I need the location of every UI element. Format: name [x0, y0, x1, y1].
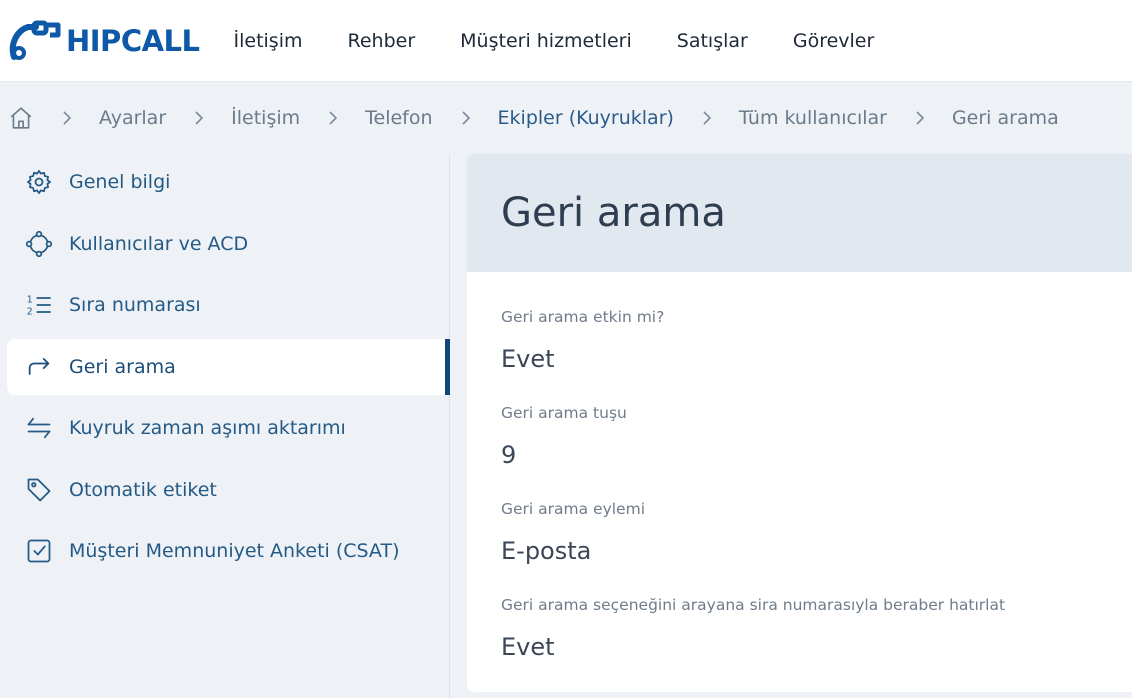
svg-text:1: 1 — [27, 295, 33, 306]
card-header: Geri arama — [467, 154, 1132, 272]
breadcrumb-ekipler[interactable]: Ekipler (Kuyruklar) — [498, 107, 674, 129]
chevron-right-icon — [702, 110, 712, 126]
tag-icon — [25, 476, 53, 504]
sidebar-item-label: Kullanıcılar ve ACD — [69, 232, 249, 255]
sidebar-item-kuyruk-zaman-asimi[interactable]: Kuyruk zaman aşımı aktarımı — [7, 400, 450, 456]
breadcrumb: Ayarlar İletişim Telefon Ekipler (Kuyruk… — [0, 82, 1132, 154]
field-label: Geri arama seçeneğini arayana sira numar… — [501, 596, 1006, 614]
logo-text: HIPCALL — [66, 23, 200, 58]
home-icon[interactable] — [8, 105, 34, 131]
field-callback-remind-queue-position: Geri arama seçeneğini arayana sira numar… — [501, 594, 1132, 666]
users-cycle-icon — [25, 230, 53, 258]
sidebar-item-label: Otomatik etiket — [69, 478, 217, 501]
breadcrumb-ayarlar[interactable]: Ayarlar — [99, 107, 166, 129]
breadcrumb-iletisim[interactable]: İletişim — [231, 107, 300, 129]
field-callback-action: Geri arama eylemi E-posta — [501, 498, 1132, 570]
sidebar-item-label: Sıra numarası — [69, 294, 201, 316]
hipcall-logo[interactable]: HIPCALL — [6, 0, 200, 82]
sidebar-item-label: Müşteri Memnuniyet Anketi (CSAT) — [69, 540, 400, 562]
breadcrumb-geri-arama: Geri arama — [951, 107, 1059, 129]
sidebar-item-geri-arama[interactable]: Geri arama — [7, 338, 450, 395]
sidebar-item-label: Genel bilgi — [69, 171, 171, 193]
gear-icon — [25, 168, 53, 196]
sidebar-item-kullanicilar-acd[interactable]: Kullanıcılar ve ACD — [7, 216, 450, 272]
breadcrumb-tum-kullanicilar[interactable]: Tüm kullanıcılar — [739, 107, 887, 129]
nav-item-gorevler[interactable]: Görevler — [793, 30, 874, 52]
field-value: Evet — [501, 633, 555, 661]
transfer-arrows-icon — [25, 414, 53, 442]
nav-item-musteri-hizmetleri[interactable]: Müşteri hizmetleri — [460, 30, 632, 52]
checkbox-icon — [25, 537, 53, 565]
settings-details: Geri arama etkin mi? Evet Geri arama tuş… — [467, 272, 1132, 666]
phone-logo-icon — [9, 20, 61, 60]
field-value: E-posta — [501, 537, 592, 565]
chevron-right-icon — [194, 110, 204, 126]
sidebar-item-genel-bilgi[interactable]: Genel bilgi — [7, 154, 450, 210]
chevron-right-icon — [62, 110, 72, 126]
callback-settings-card: Geri arama Geri arama etkin mi? Evet Ger… — [467, 154, 1132, 692]
field-label: Geri arama tuşu — [501, 404, 627, 422]
nav-item-iletisim[interactable]: İletişim — [234, 30, 303, 52]
forward-arrow-icon — [25, 353, 53, 381]
numbered-list-icon: 1 2 — [25, 291, 53, 319]
page-title: Geri arama — [501, 190, 726, 236]
sidebar-item-csat[interactable]: Müşteri Memnuniyet Anketi (CSAT) — [7, 523, 450, 579]
field-label: Geri arama eylemi — [501, 500, 646, 518]
nav-item-rehber[interactable]: Rehber — [348, 30, 416, 52]
settings-sidebar: Genel bilgi Kullanıcılar ve ACD 1 2 Sıra… — [0, 154, 450, 698]
svg-text:2: 2 — [27, 306, 33, 317]
field-value: Evet — [501, 345, 555, 373]
sidebar-item-otomatik-etiket[interactable]: Otomatik etiket — [7, 462, 450, 518]
nav-item-satislar[interactable]: Satışlar — [677, 30, 748, 52]
sidebar-item-sira-numarasi[interactable]: 1 2 Sıra numarası — [7, 277, 450, 333]
sidebar-item-label: Kuyruk zaman aşımı aktarımı — [69, 417, 346, 439]
main-menu: İletişim Rehber Müşteri hizmetleri Satış… — [234, 30, 920, 52]
field-callback-enabled: Geri arama etkin mi? Evet — [501, 306, 1132, 378]
top-navigation: HIPCALL İletişim Rehber Müşteri hizmetle… — [0, 0, 1132, 82]
chevron-right-icon — [461, 110, 471, 126]
field-callback-key: Geri arama tuşu 9 — [501, 402, 1132, 474]
field-label: Geri arama etkin mi? — [501, 308, 665, 326]
chevron-right-icon — [328, 110, 338, 126]
sidebar-item-label: Geri arama — [69, 355, 176, 378]
chevron-right-icon — [915, 110, 925, 126]
field-value: 9 — [501, 441, 517, 469]
breadcrumb-telefon[interactable]: Telefon — [365, 107, 432, 129]
